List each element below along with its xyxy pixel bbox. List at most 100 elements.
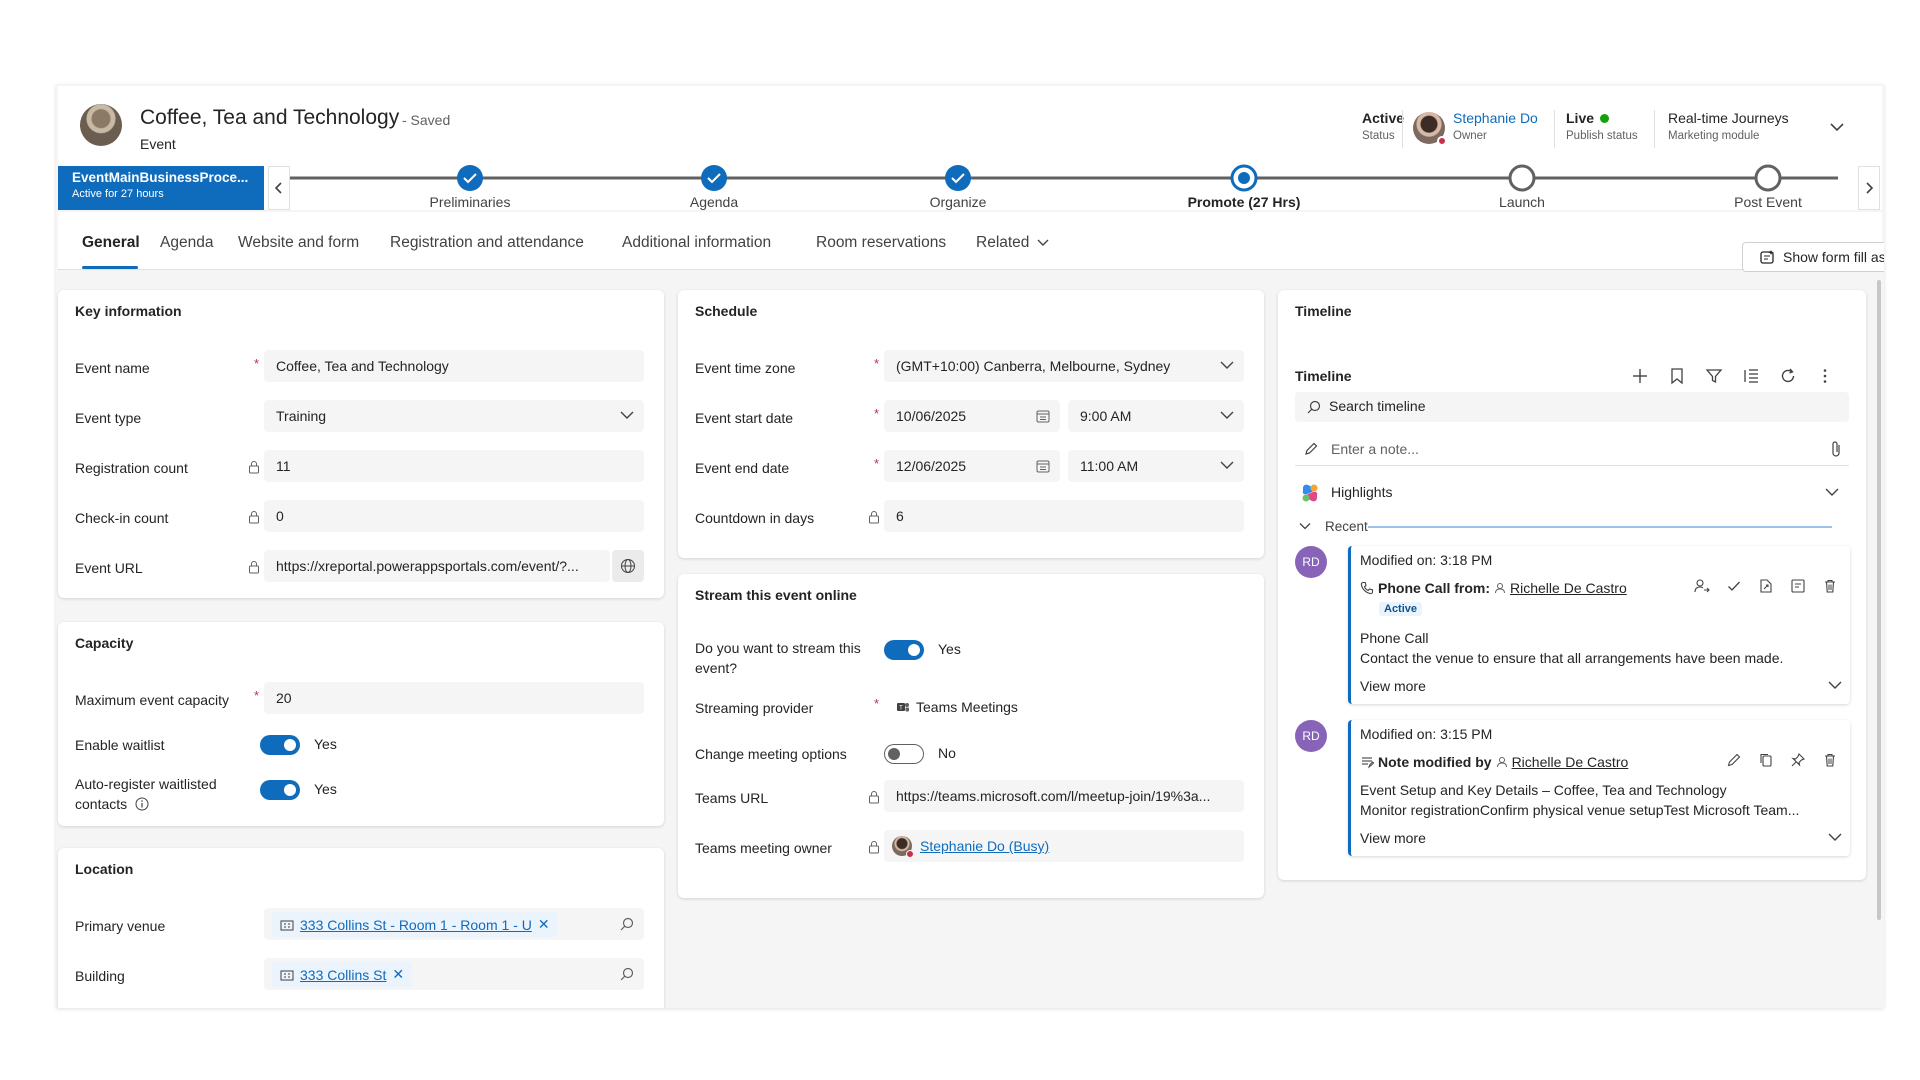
location-section: Location Primary venue 333 Collins St - … [58, 848, 664, 1008]
lock-icon [249, 561, 259, 574]
search-timeline-input[interactable]: Search timeline [1295, 392, 1849, 422]
add-icon[interactable] [1630, 366, 1650, 386]
primary-venue-lookup[interactable]: 333 Collins St - Room 1 - Room 1 - U ✕ [264, 908, 644, 940]
event-url-field: https://xreportal.powerappsportals.com/e… [264, 550, 610, 582]
venue-tag[interactable]: 333 Collins St - Room 1 - Room 1 - U ✕ [272, 912, 558, 937]
check-in-count-field: 0 [264, 500, 644, 532]
end-date-row: Event end date * 12/06/2025 11:00 AM [678, 450, 1264, 482]
stage-agenda[interactable]: Agenda [614, 165, 814, 210]
avatar[interactable]: RD [1295, 546, 1327, 578]
calendar-icon[interactable] [1036, 409, 1050, 423]
delete-icon[interactable] [1822, 578, 1838, 594]
auto-register-toggle[interactable] [260, 780, 300, 800]
search-icon[interactable] [620, 967, 634, 981]
lock-icon [249, 511, 259, 524]
lock-icon [869, 511, 879, 524]
copy-icon[interactable] [1758, 752, 1774, 768]
required-icon: * [254, 356, 260, 371]
search-icon[interactable] [620, 917, 634, 931]
view-more-link[interactable]: View more [1360, 678, 1426, 694]
avatar[interactable]: RD [1295, 720, 1327, 752]
building-lookup[interactable]: 333 Collins St ✕ [264, 958, 644, 990]
end-time-select[interactable]: 11:00 AM [1068, 450, 1244, 482]
bpf-previous-button[interactable] [268, 166, 290, 210]
tab-agenda[interactable]: Agenda [160, 234, 213, 252]
form-scrollbar[interactable] [1877, 280, 1881, 920]
stage-post-event[interactable]: Post Event [1668, 164, 1868, 210]
registration-count-row: Registration count 11 [58, 450, 664, 482]
start-date-row: Event start date * 10/06/2025 9:00 AM [678, 400, 1264, 432]
presence-busy-icon [906, 850, 914, 858]
bookmark-icon[interactable] [1667, 366, 1687, 386]
globe-icon [621, 559, 635, 573]
refresh-icon[interactable] [1778, 366, 1798, 386]
stage-complete-icon [457, 165, 483, 191]
countdown-field: 6 [884, 500, 1244, 532]
tab-related[interactable]: Related [976, 234, 1049, 252]
teams-owner-row: Teams meeting owner Stephanie Do (Busy) [678, 830, 1264, 862]
building-tag[interactable]: 333 Collins St ✕ [272, 962, 413, 987]
tab-website-and-form[interactable]: Website and form [238, 234, 359, 252]
tab-room-reservations[interactable]: Room reservations [816, 234, 946, 252]
header-divider [1654, 110, 1655, 148]
stage-organize[interactable]: Organize [858, 165, 1058, 210]
view-more-link[interactable]: View more [1360, 830, 1426, 846]
primary-venue-row: Primary venue 333 Collins St - Room 1 - … [58, 908, 664, 940]
timeline-activity[interactable]: Modified on: 3:15 PM Note modified by Ri… [1348, 720, 1850, 856]
calendar-icon[interactable] [1036, 459, 1050, 473]
more-options-icon[interactable] [1815, 366, 1835, 386]
chevron-down-icon [1037, 239, 1049, 246]
teams-url-row: Teams URL https://teams.microsoft.com/l/… [678, 780, 1264, 812]
stage-promote[interactable]: Promote (27 Hrs) [1144, 164, 1344, 210]
enter-note-input[interactable]: Enter a note... [1295, 432, 1849, 466]
search-icon [1307, 400, 1321, 414]
phone-icon [1360, 581, 1374, 595]
record-header: Coffee, Tea and Technology - Saved Event… [58, 86, 1882, 170]
stream-event-toggle[interactable] [884, 640, 924, 660]
stage-preliminaries[interactable]: Preliminaries [370, 165, 570, 210]
time-zone-select[interactable]: (GMT+10:00) Canberra, Melbourne, Sydney [884, 350, 1244, 382]
expand-all-icon[interactable] [1741, 366, 1761, 386]
tab-additional-information[interactable]: Additional information [622, 234, 771, 252]
pin-icon[interactable] [1790, 752, 1806, 768]
chevron-down-icon[interactable] [1828, 832, 1842, 842]
recent-divider [1368, 526, 1832, 528]
end-date-input[interactable]: 12/06/2025 [884, 450, 1060, 482]
enable-waitlist-row: Enable waitlist Yes [75, 735, 337, 755]
highlights-row[interactable]: Highlights [1295, 476, 1849, 508]
stage-launch[interactable]: Launch [1422, 164, 1622, 210]
remove-icon[interactable]: ✕ [392, 966, 404, 983]
add-note-icon[interactable] [1790, 578, 1806, 594]
info-icon[interactable] [135, 797, 149, 811]
expand-header-chevron-icon[interactable] [1826, 116, 1848, 138]
open-url-button[interactable] [612, 550, 644, 582]
teams-owner-field: Stephanie Do (Busy) [884, 830, 1244, 862]
max-capacity-input[interactable]: 20 [264, 682, 644, 714]
chevron-down-icon[interactable] [1828, 680, 1842, 690]
remove-icon[interactable]: ✕ [538, 916, 550, 933]
streaming-provider-row: Streaming provider * T Teams Meetings [695, 696, 1018, 716]
note-icon [1362, 757, 1374, 769]
event-type-select[interactable]: Training [264, 400, 644, 432]
change-meeting-options-toggle[interactable] [884, 744, 924, 764]
enable-waitlist-toggle[interactable] [260, 735, 300, 755]
filter-icon[interactable] [1704, 366, 1724, 386]
edit-icon[interactable] [1726, 752, 1742, 768]
timeline-activity[interactable]: Modified on: 3:18 PM Phone Call from: Ri… [1348, 546, 1850, 704]
tab-registration-and-attendance[interactable]: Registration and attendance [390, 234, 584, 252]
checkmark-icon[interactable] [1726, 578, 1742, 594]
active-process[interactable]: EventMainBusinessProce... Active for 27 … [58, 166, 264, 210]
start-time-select[interactable]: 9:00 AM [1068, 400, 1244, 432]
owner-avatar [892, 836, 914, 858]
start-date-input[interactable]: 10/06/2025 [884, 400, 1060, 432]
delete-icon[interactable] [1822, 752, 1838, 768]
event-name-input[interactable]: Coffee, Tea and Technology [264, 350, 644, 382]
attachment-icon[interactable] [1829, 440, 1843, 458]
owner-link[interactable]: Stephanie Do [1453, 110, 1538, 126]
streaming-provider-value[interactable]: T Teams Meetings [896, 699, 1018, 715]
assign-icon[interactable] [1694, 578, 1710, 594]
form-fill-assist-button[interactable]: Show form fill assist [1742, 242, 1884, 272]
header-owner[interactable]: Stephanie Do Owner [1453, 110, 1538, 142]
open-record-icon[interactable] [1758, 578, 1774, 594]
tab-general[interactable]: General [82, 234, 140, 252]
